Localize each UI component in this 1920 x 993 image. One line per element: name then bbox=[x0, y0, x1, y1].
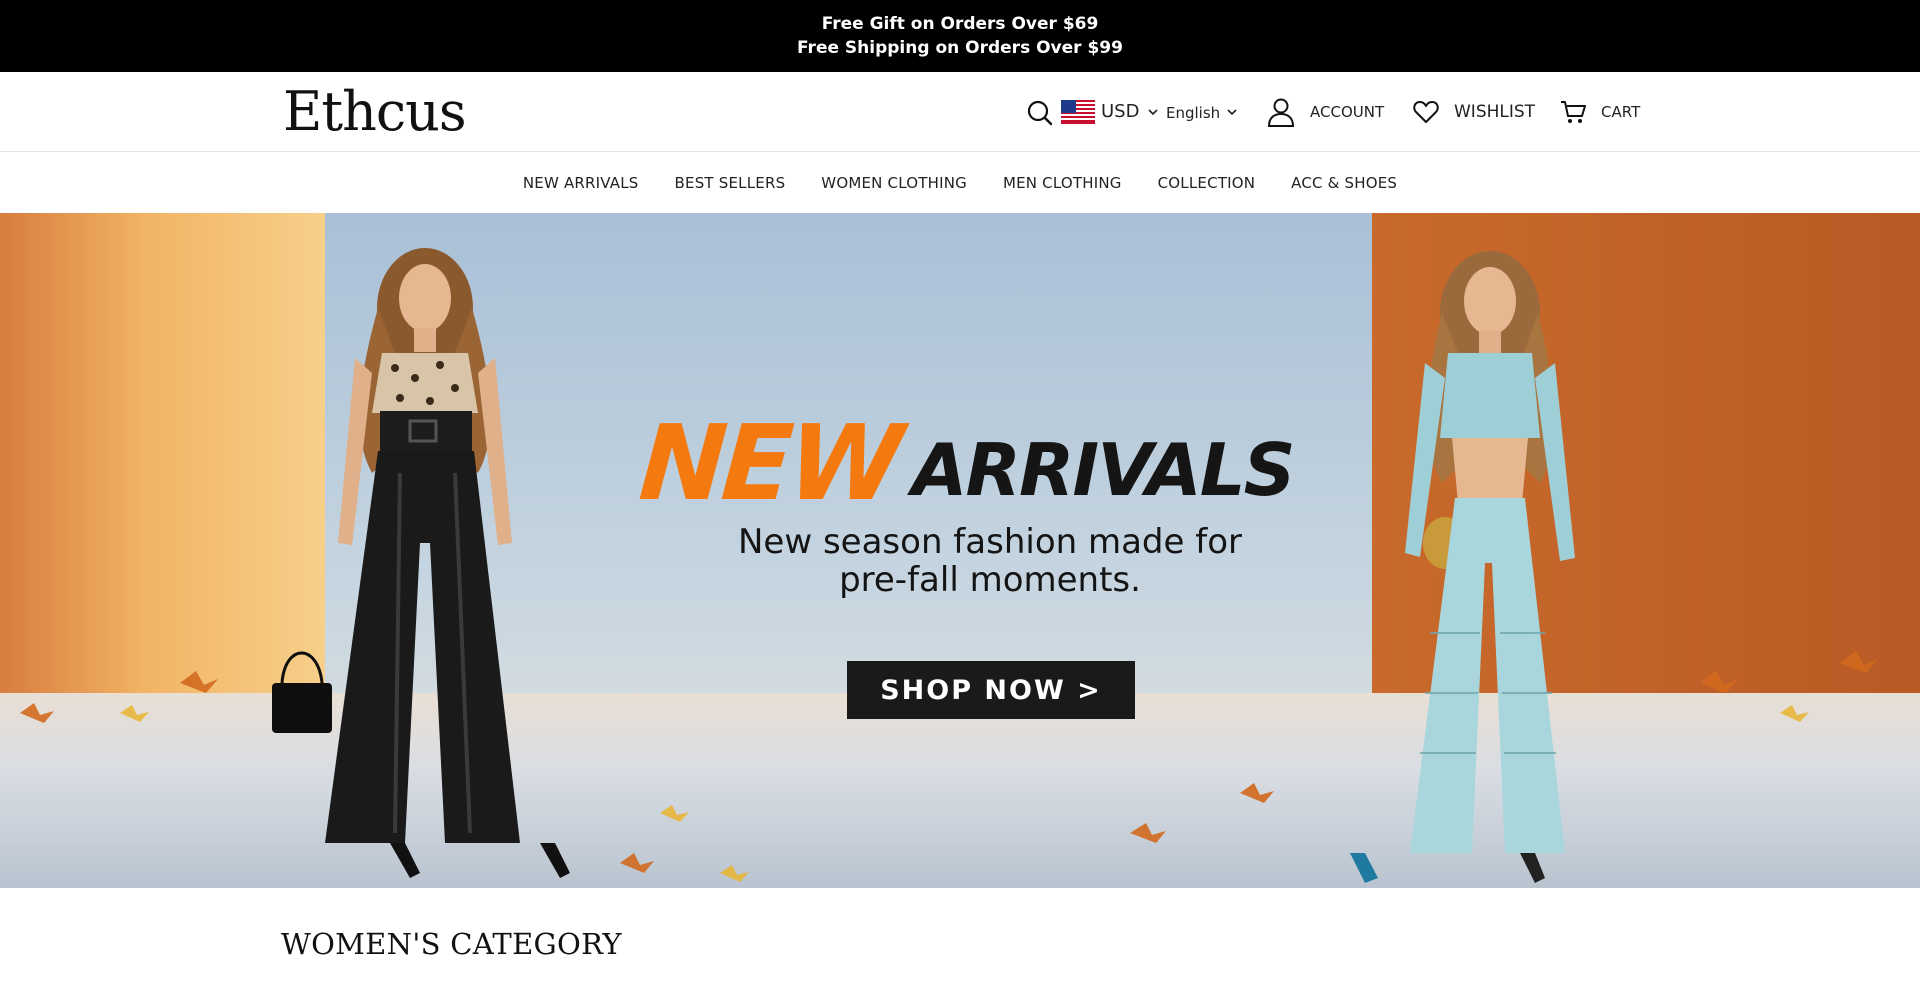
hero-title-main: ARRIVALS bbox=[911, 428, 1296, 512]
nav-item-new-arrivals[interactable]: NEW ARRIVALS bbox=[523, 174, 639, 192]
account-link[interactable]: ACCOUNT bbox=[1310, 101, 1384, 123]
nav-item-women-clothing[interactable]: WOMEN CLOTHING bbox=[821, 174, 967, 192]
site-header: Ethcus USD English ACCOUNT WISHLIST CART bbox=[0, 72, 1920, 152]
cart-icon[interactable] bbox=[1559, 98, 1587, 126]
search-icon[interactable] bbox=[1026, 99, 1054, 127]
main-nav: NEW ARRIVALS BEST SELLERS WOMEN CLOTHING… bbox=[0, 152, 1920, 213]
nav-item-best-sellers[interactable]: BEST SELLERS bbox=[675, 174, 786, 192]
chevron-down-icon[interactable] bbox=[1147, 106, 1159, 118]
section-title-womens-category: WOMEN'S CATEGORY bbox=[281, 927, 622, 961]
language-selector[interactable]: English bbox=[1166, 102, 1220, 124]
hero-banner[interactable]: NEW ARRIVALS New season fashion made for… bbox=[0, 213, 1920, 888]
hero-title-accent: NEW bbox=[635, 402, 903, 524]
currency-selector[interactable]: USD bbox=[1101, 99, 1139, 125]
header-utilities: USD English ACCOUNT WISHLIST CART bbox=[0, 72, 1920, 152]
announcement-bar: Free Gift on Orders Over $69 Free Shippi… bbox=[0, 0, 1920, 72]
shop-now-button[interactable]: SHOP NOW > bbox=[847, 661, 1135, 719]
hero-subtitle: New season fashion made for pre-fall mom… bbox=[640, 523, 1340, 599]
account-icon[interactable] bbox=[1266, 96, 1296, 128]
heart-icon[interactable] bbox=[1412, 98, 1440, 126]
hero-subtitle-line-1: New season fashion made for bbox=[738, 522, 1242, 562]
announcement-line-1: Free Gift on Orders Over $69 bbox=[821, 14, 1099, 34]
hero-subtitle-line-2: pre-fall moments. bbox=[839, 560, 1141, 600]
nav-item-collection[interactable]: COLLECTION bbox=[1158, 174, 1256, 192]
us-flag-icon[interactable] bbox=[1061, 100, 1095, 124]
nav-item-acc-shoes[interactable]: ACC & SHOES bbox=[1291, 174, 1397, 192]
nav-item-men-clothing[interactable]: MEN CLOTHING bbox=[1003, 174, 1122, 192]
hero-title: NEW ARRIVALS bbox=[636, 402, 1360, 524]
announcement-line-2: Free Shipping on Orders Over $99 bbox=[797, 38, 1123, 58]
wishlist-link[interactable]: WISHLIST bbox=[1454, 100, 1535, 124]
cart-link[interactable]: CART bbox=[1601, 101, 1640, 123]
chevron-down-icon[interactable] bbox=[1226, 106, 1238, 118]
